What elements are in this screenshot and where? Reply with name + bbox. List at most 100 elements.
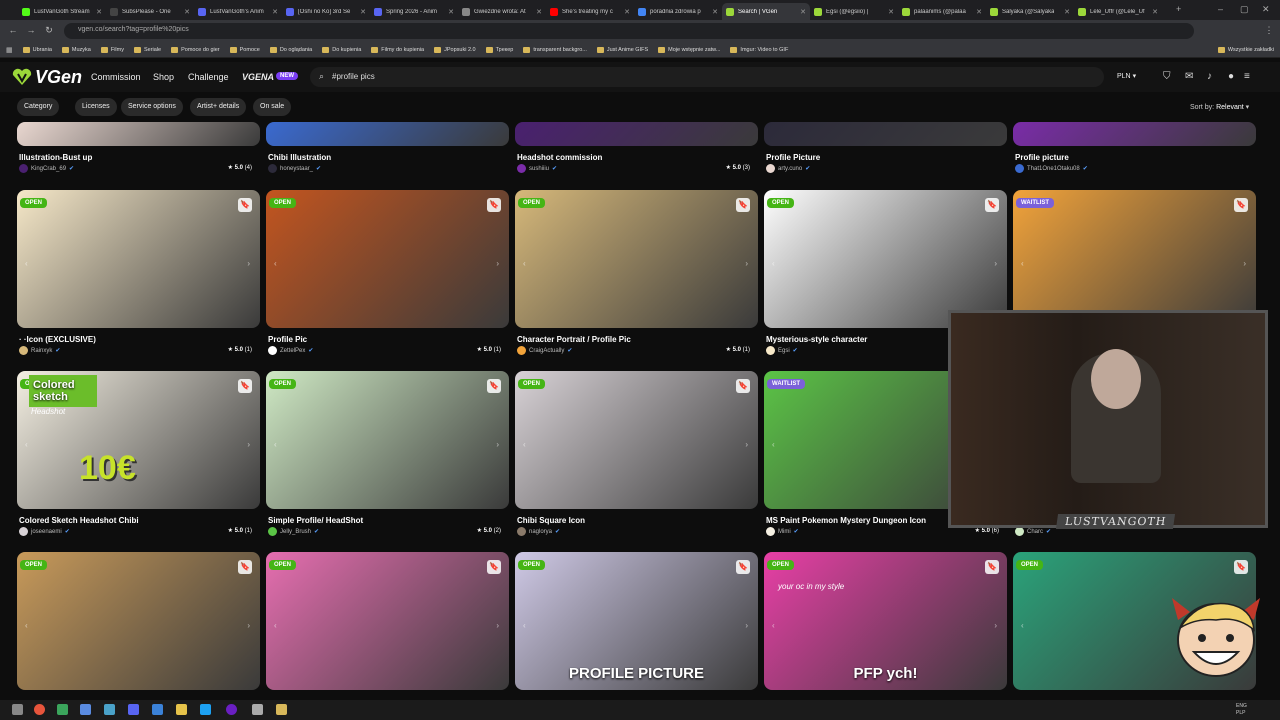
reload-icon[interactable]: ↻ xyxy=(42,25,56,36)
listing-thumbnail[interactable] xyxy=(515,122,758,146)
prev-image-icon[interactable]: ‹ xyxy=(772,440,775,449)
prev-image-icon[interactable]: ‹ xyxy=(523,621,526,630)
prev-image-icon[interactable]: ‹ xyxy=(772,621,775,630)
listing-title[interactable]: Illustration-Bust up xyxy=(19,153,92,162)
browser-tab[interactable]: Spring 2026 - Anim ✕ xyxy=(370,3,458,20)
browser-tab[interactable]: palaanims (@palaa ✕ xyxy=(898,3,986,20)
tab-close-icon[interactable]: ✕ xyxy=(712,8,718,16)
prev-image-icon[interactable]: ‹ xyxy=(25,621,28,630)
tab-close-icon[interactable]: ✕ xyxy=(888,8,894,16)
nav-commission[interactable]: Commission xyxy=(91,72,141,82)
bookmark-icon[interactable]: 🔖 xyxy=(238,198,252,212)
seller-row[interactable]: naglorya ✔ xyxy=(517,527,560,536)
browser-tab[interactable]: Salyaka (@Salyaka ✕ xyxy=(986,3,1074,20)
browser-tab[interactable]: Gwiezdne wrota: At ✕ xyxy=(458,3,546,20)
app-taskbar-icon-3[interactable] xyxy=(104,704,115,715)
listing-title[interactable]: Character Portrait / Profile Pic xyxy=(517,335,631,344)
seller-row[interactable]: Mimi ✔ xyxy=(766,527,799,536)
seller-row[interactable]: Egsi ✔ xyxy=(766,346,798,355)
bookmark-item[interactable]: Just Anime GIFS xyxy=(596,46,648,53)
listing-title[interactable]: Colored Sketch Headshot Chibi xyxy=(19,516,139,525)
seller-row[interactable]: arty.cuno ✔ xyxy=(766,164,810,173)
seller-row[interactable]: Charc ✔ xyxy=(1015,527,1051,536)
next-image-icon[interactable]: › xyxy=(496,259,499,268)
bookmark-item[interactable]: Muzyka xyxy=(61,46,91,53)
seller-row[interactable]: sushiiiu ✔ xyxy=(517,164,557,173)
listing-thumbnail[interactable]: OPEN 🔖 ‹ › xyxy=(266,371,509,509)
next-image-icon[interactable]: › xyxy=(496,440,499,449)
next-image-icon[interactable]: › xyxy=(745,440,748,449)
bookmark-icon[interactable]: 🔖 xyxy=(487,198,501,212)
bookmark-icon[interactable]: 🔖 xyxy=(238,560,252,574)
listing-thumbnail[interactable]: OPEN 🔖 ‹ › PFP ych! your oc in my style xyxy=(764,552,1007,690)
currency-select[interactable]: PLN ▾ xyxy=(1117,72,1136,80)
app-taskbar-icon-5[interactable] xyxy=(176,704,187,715)
listing-thumbnail[interactable] xyxy=(764,122,1007,146)
tab-close-icon[interactable]: ✕ xyxy=(272,8,278,16)
bookmark-icon[interactable]: 🔖 xyxy=(736,560,750,574)
tray-language[interactable]: ENG PLP xyxy=(1236,703,1247,717)
listing-thumbnail[interactable]: OPEN 🔖 ‹ › xyxy=(17,552,260,690)
prev-image-icon[interactable]: ‹ xyxy=(523,259,526,268)
app-taskbar-icon-2[interactable] xyxy=(80,704,91,715)
seller-row[interactable]: ZettelPex ✔ xyxy=(268,346,313,355)
bookmark-item[interactable]: Imgur: Video to GIF xyxy=(730,46,788,53)
browser-tab[interactable]: poradnia zdrowia p ✕ xyxy=(634,3,722,20)
browser-tab[interactable]: She's treating my c ✕ xyxy=(546,3,634,20)
next-image-icon[interactable]: › xyxy=(745,259,748,268)
tab-close-icon[interactable]: ✕ xyxy=(624,8,630,16)
sort-select[interactable]: Sort by: Relevant ▾ xyxy=(1190,103,1249,111)
bookmark-icon[interactable]: 🔖 xyxy=(985,560,999,574)
seller-row[interactable]: Rainxyk ✔ xyxy=(19,346,60,355)
browser-tab[interactable]: LustVanGoth's Anim ✕ xyxy=(194,3,282,20)
search-input[interactable]: ⌕ #profile pics xyxy=(310,67,1104,87)
prev-image-icon[interactable]: ‹ xyxy=(25,440,28,449)
bookmark-item[interactable]: Moje wstępnie zatw... xyxy=(658,46,720,53)
bookmark-icon[interactable]: 🔖 xyxy=(487,560,501,574)
tab-close-icon[interactable]: ✕ xyxy=(800,8,806,16)
app-taskbar-icon-7[interactable] xyxy=(252,704,263,715)
browser-tab[interactable]: SubsPlease - One ✕ xyxy=(106,3,194,20)
bookmark-icon[interactable]: 🔖 xyxy=(238,379,252,393)
start-icon[interactable] xyxy=(12,704,23,715)
seller-row[interactable]: KingCrab_69 ✔ xyxy=(19,164,74,173)
maximize-icon[interactable]: ▢ xyxy=(1240,4,1249,15)
tab-close-icon[interactable]: ✕ xyxy=(360,8,366,16)
listing-title[interactable]: Profile Picture xyxy=(766,153,820,162)
folder-taskbar-icon[interactable] xyxy=(276,704,287,715)
next-image-icon[interactable]: › xyxy=(1243,259,1246,268)
tab-close-icon[interactable]: ✕ xyxy=(1064,8,1070,16)
browser-tab[interactable]: Lele_Uffr (@Lele_Uf ✕ xyxy=(1074,3,1162,20)
obs-taskbar-icon[interactable] xyxy=(226,704,237,715)
seller-row[interactable]: Jelly_Brush ✔ xyxy=(268,527,319,536)
cart-icon[interactable]: ⛉ xyxy=(1163,71,1171,82)
bookmark-icon[interactable]: 🔖 xyxy=(1234,560,1248,574)
notifications-icon[interactable]: ♪ xyxy=(1207,71,1212,82)
menu-icon[interactable]: ≡ xyxy=(1244,71,1250,82)
filter-category[interactable]: Category xyxy=(17,98,60,116)
bookmark-item[interactable]: Filmy do kupienia xyxy=(371,46,424,53)
tab-close-icon[interactable]: ✕ xyxy=(184,8,190,16)
bookmark-icon[interactable]: 🔖 xyxy=(1234,198,1248,212)
listing-thumbnail[interactable]: OPEN 🔖 ‹ › PROFILE PICTURE xyxy=(515,552,758,690)
seller-row[interactable]: That1One1Otaku08 ✔ xyxy=(1015,164,1088,173)
browser-tab[interactable]: LustVanGoth Stream ✕ xyxy=(18,3,106,20)
listing-title[interactable]: Chibi Square Icon xyxy=(517,516,585,525)
bookmark-item[interactable]: Трекер xyxy=(485,46,513,53)
bookmark-item[interactable]: Filmy xyxy=(100,46,124,53)
tab-close-icon[interactable]: ✕ xyxy=(448,8,454,16)
listing-title[interactable]: MS Paint Pokemon Mystery Dungeon Icon xyxy=(766,516,926,525)
listing-thumbnail[interactable]: WAITLIST 🔖 ‹ › xyxy=(1013,190,1256,328)
nav-shop[interactable]: Shop xyxy=(153,72,174,82)
bookmark-item[interactable]: Pomoce do gier xyxy=(171,46,220,53)
account-icon[interactable]: ● xyxy=(1228,71,1234,82)
browser-tab[interactable]: Search | VGen ✕ xyxy=(722,3,810,20)
prev-image-icon[interactable]: ‹ xyxy=(274,621,277,630)
close-window-icon[interactable]: ✕ xyxy=(1262,4,1270,15)
next-image-icon[interactable]: › xyxy=(247,259,250,268)
bookmark-item[interactable]: Pomoce xyxy=(229,46,260,53)
prev-image-icon[interactable]: ‹ xyxy=(274,440,277,449)
app-taskbar-icon-6[interactable] xyxy=(200,704,211,715)
bookmark-item[interactable]: Ubrania xyxy=(22,46,52,53)
bookmark-item[interactable]: Do kupienia xyxy=(322,46,361,53)
